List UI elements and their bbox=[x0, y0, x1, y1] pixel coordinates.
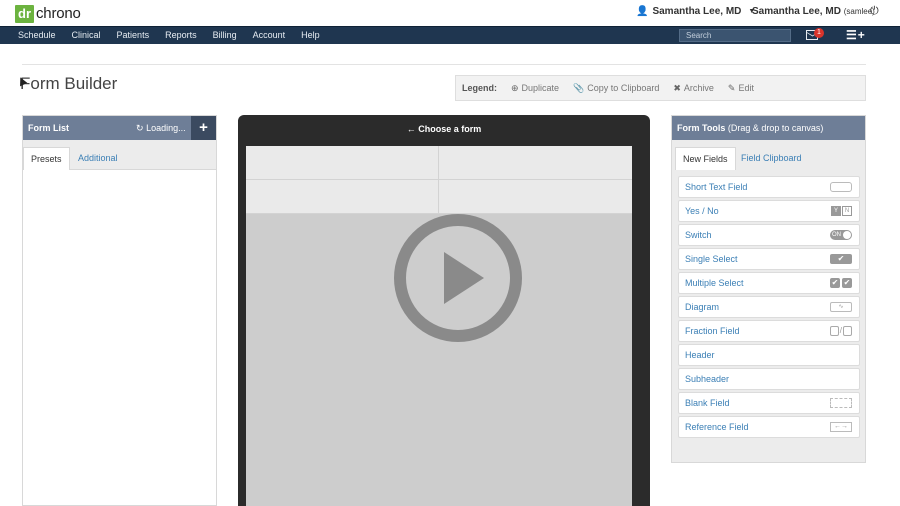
field-yes-no[interactable]: Yes / No Y N bbox=[678, 200, 860, 222]
fraction-icon: / bbox=[829, 326, 852, 336]
field-label: Reference Field bbox=[685, 422, 749, 432]
field-subheader[interactable]: Subheader bbox=[678, 368, 860, 390]
legend-copy-label: Copy to Clipboard bbox=[587, 83, 660, 93]
message-count-badge: 1 bbox=[814, 28, 824, 38]
nav-clinical[interactable]: Clinical bbox=[64, 27, 109, 45]
field-blank[interactable]: Blank Field bbox=[678, 392, 860, 414]
legend-duplicate: ⊕ Duplicate bbox=[511, 83, 559, 94]
form-tools-header: Form Tools (Drag & drop to canvas) bbox=[672, 116, 865, 140]
tab-presets[interactable]: Presets bbox=[23, 147, 70, 170]
nav-patients[interactable]: Patients bbox=[109, 27, 158, 45]
field-label: Single Select bbox=[685, 254, 738, 264]
page-title: Form Builder bbox=[20, 74, 118, 93]
field-label: Blank Field bbox=[685, 398, 730, 408]
legend-edit: ✎ Edit bbox=[728, 83, 754, 94]
arrow-left-icon: ← bbox=[406, 124, 416, 134]
canvas-row bbox=[246, 146, 632, 180]
field-label: Diagram bbox=[685, 302, 720, 312]
choose-form-label: Choose a form bbox=[418, 124, 482, 134]
user-menu[interactable]: 👤 Samantha Lee, MD ▼ bbox=[636, 6, 755, 17]
yes-no-icon: Y N bbox=[831, 206, 852, 216]
switch-icon: ON bbox=[830, 230, 852, 240]
top-header: dr chrono 👤 Samantha Lee, MD ▼ Samantha … bbox=[0, 0, 900, 26]
field-short-text[interactable]: Short Text Field bbox=[678, 176, 860, 198]
legend-duplicate-label: Duplicate bbox=[521, 83, 560, 93]
drchrono-logo[interactable]: dr chrono bbox=[15, 4, 81, 23]
field-fraction[interactable]: Fraction Field / bbox=[678, 320, 860, 342]
diagram-icon: ∿ bbox=[830, 302, 852, 312]
legend-archive-label: Archive bbox=[683, 83, 714, 93]
field-label: Subheader bbox=[685, 374, 730, 384]
canvas-column-divider bbox=[438, 180, 439, 214]
field-multiple-select[interactable]: Multiple Select ✔ ✔ bbox=[678, 272, 860, 294]
legend-label: Legend: bbox=[462, 83, 497, 93]
main-nav: Schedule Clinical Patients Reports Billi… bbox=[0, 26, 900, 44]
field-reference[interactable]: Reference Field ←→ bbox=[678, 416, 860, 438]
form-tools-subtitle: (Drag & drop to canvas) bbox=[727, 123, 824, 133]
form-list-title: Form List bbox=[28, 123, 70, 133]
canvas-row bbox=[246, 180, 632, 214]
legend-edit-label: Edit bbox=[738, 83, 754, 93]
power-icon[interactable]: ⏻ bbox=[870, 5, 879, 18]
nav-account[interactable]: Account bbox=[245, 27, 294, 45]
reference-arrows-icon: ←→ bbox=[830, 422, 852, 432]
loading-indicator: ↻ Loading... bbox=[136, 116, 186, 140]
canvas-sheet[interactable] bbox=[246, 146, 632, 506]
logo-chrono: chrono bbox=[36, 5, 81, 22]
legend-bar: Legend: ⊕ Duplicate 📎 Copy to Clipboard … bbox=[455, 75, 866, 101]
field-single-select[interactable]: Single Select ✔ bbox=[678, 248, 860, 270]
search-input[interactable]: Search bbox=[679, 29, 791, 42]
field-header[interactable]: Header bbox=[678, 344, 860, 366]
loading-label: Loading... bbox=[146, 123, 186, 133]
form-tools-tabs: New Fields Field Clipboard bbox=[672, 140, 865, 170]
paperclip-icon: 📎 bbox=[573, 82, 585, 93]
field-label: Yes / No bbox=[685, 206, 719, 216]
pencil-icon: ✎ bbox=[727, 82, 736, 93]
x-icon: ✖ bbox=[673, 82, 681, 93]
canvas-column-divider bbox=[438, 146, 439, 180]
dashed-box-icon bbox=[830, 398, 852, 408]
legend-copy: 📎 Copy to Clipboard bbox=[573, 83, 659, 94]
user-menu-label: Samantha Lee, MD bbox=[652, 6, 742, 17]
form-list-tabs: Presets Additional bbox=[23, 140, 216, 170]
account-name: Samantha Lee, MD bbox=[752, 6, 841, 17]
nav-schedule[interactable]: Schedule bbox=[10, 27, 64, 45]
checkmark-icon: ✔ bbox=[830, 254, 852, 264]
form-list-header: Form List ↻ Loading... + bbox=[23, 116, 216, 140]
play-icon[interactable] bbox=[394, 214, 522, 342]
tab-additional[interactable]: Additional bbox=[71, 147, 125, 170]
field-switch[interactable]: Switch ON bbox=[678, 224, 860, 246]
nav-reports[interactable]: Reports bbox=[157, 27, 205, 45]
menu-plus-icon[interactable]: ☰+ bbox=[846, 29, 866, 42]
choose-form-button[interactable]: ← Choose a form bbox=[238, 124, 650, 134]
tab-new-fields[interactable]: New Fields bbox=[675, 147, 736, 170]
no-glyph: N bbox=[842, 206, 852, 216]
field-label: Switch bbox=[685, 230, 712, 240]
yes-glyph: Y bbox=[831, 206, 841, 216]
form-tools-title: Form Tools bbox=[677, 123, 726, 133]
divider bbox=[22, 64, 866, 65]
form-list-panel: Form List ↻ Loading... + Presets Additio… bbox=[22, 115, 217, 506]
logo-dr: dr bbox=[15, 4, 34, 23]
text-box-icon bbox=[830, 182, 852, 192]
form-canvas: ← Choose a form bbox=[238, 115, 650, 506]
tab-field-clipboard[interactable]: Field Clipboard bbox=[734, 147, 809, 170]
field-label: Short Text Field bbox=[685, 182, 748, 192]
account-switcher[interactable]: Samantha Lee, MD (samlee) bbox=[752, 6, 875, 17]
nav-billing[interactable]: Billing bbox=[205, 27, 245, 45]
nav-help[interactable]: Help bbox=[293, 27, 328, 45]
field-diagram[interactable]: Diagram ∿ bbox=[678, 296, 860, 318]
field-list: Short Text Field Yes / No Y N Switch ON … bbox=[678, 176, 860, 440]
field-label: Multiple Select bbox=[685, 278, 744, 288]
double-checkmark-icon: ✔ ✔ bbox=[830, 278, 852, 288]
plus-circle-icon: ⊕ bbox=[511, 82, 519, 93]
form-tools-panel: Form Tools (Drag & drop to canvas) New F… bbox=[671, 115, 866, 463]
field-label: Header bbox=[685, 350, 715, 360]
legend-archive: ✖ Archive bbox=[673, 83, 714, 94]
field-label: Fraction Field bbox=[685, 326, 740, 336]
add-form-button[interactable]: + bbox=[191, 116, 216, 140]
spinner-icon: ↻ bbox=[136, 123, 144, 133]
user-icon: 👤 bbox=[636, 6, 649, 17]
